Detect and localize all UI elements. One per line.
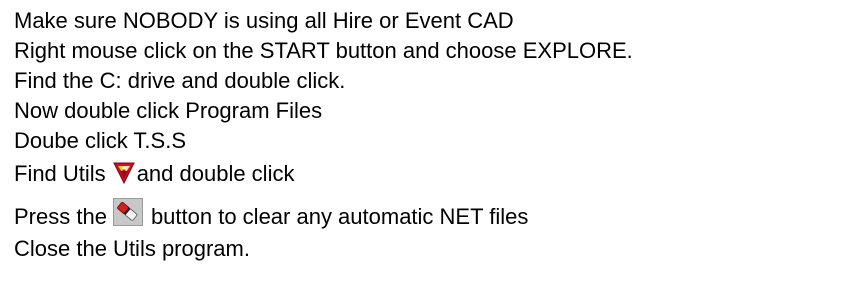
instruction-document: Make sure NOBODY is using all Hire or Ev… [14,6,839,264]
instruction-step-7-after: button to clear any automatic NET files [150,204,529,229]
instruction-step-1: Make sure NOBODY is using all Hire or Ev… [14,8,514,33]
instruction-step-6: Find Utils and double click [14,156,839,192]
utils-program-icon [112,162,135,185]
instruction-step-3: Find the C: drive and double click. [14,68,346,93]
instruction-step-4: Now double click Program Files [14,98,323,123]
instruction-step-6-after: and double click [136,161,295,186]
instruction-step-6-before: Find Utils [14,161,106,186]
clear-net-files-icon [112,198,143,226]
instruction-step-7: Press the button to clear any automatic … [14,198,839,234]
instruction-step-5: Doube click T.S.S [14,128,187,153]
instruction-step-7-before: Press the [14,204,107,229]
instruction-step-8: Close the Utils program. [14,236,250,261]
instruction-step-2: Right mouse click on the START button an… [14,38,633,63]
